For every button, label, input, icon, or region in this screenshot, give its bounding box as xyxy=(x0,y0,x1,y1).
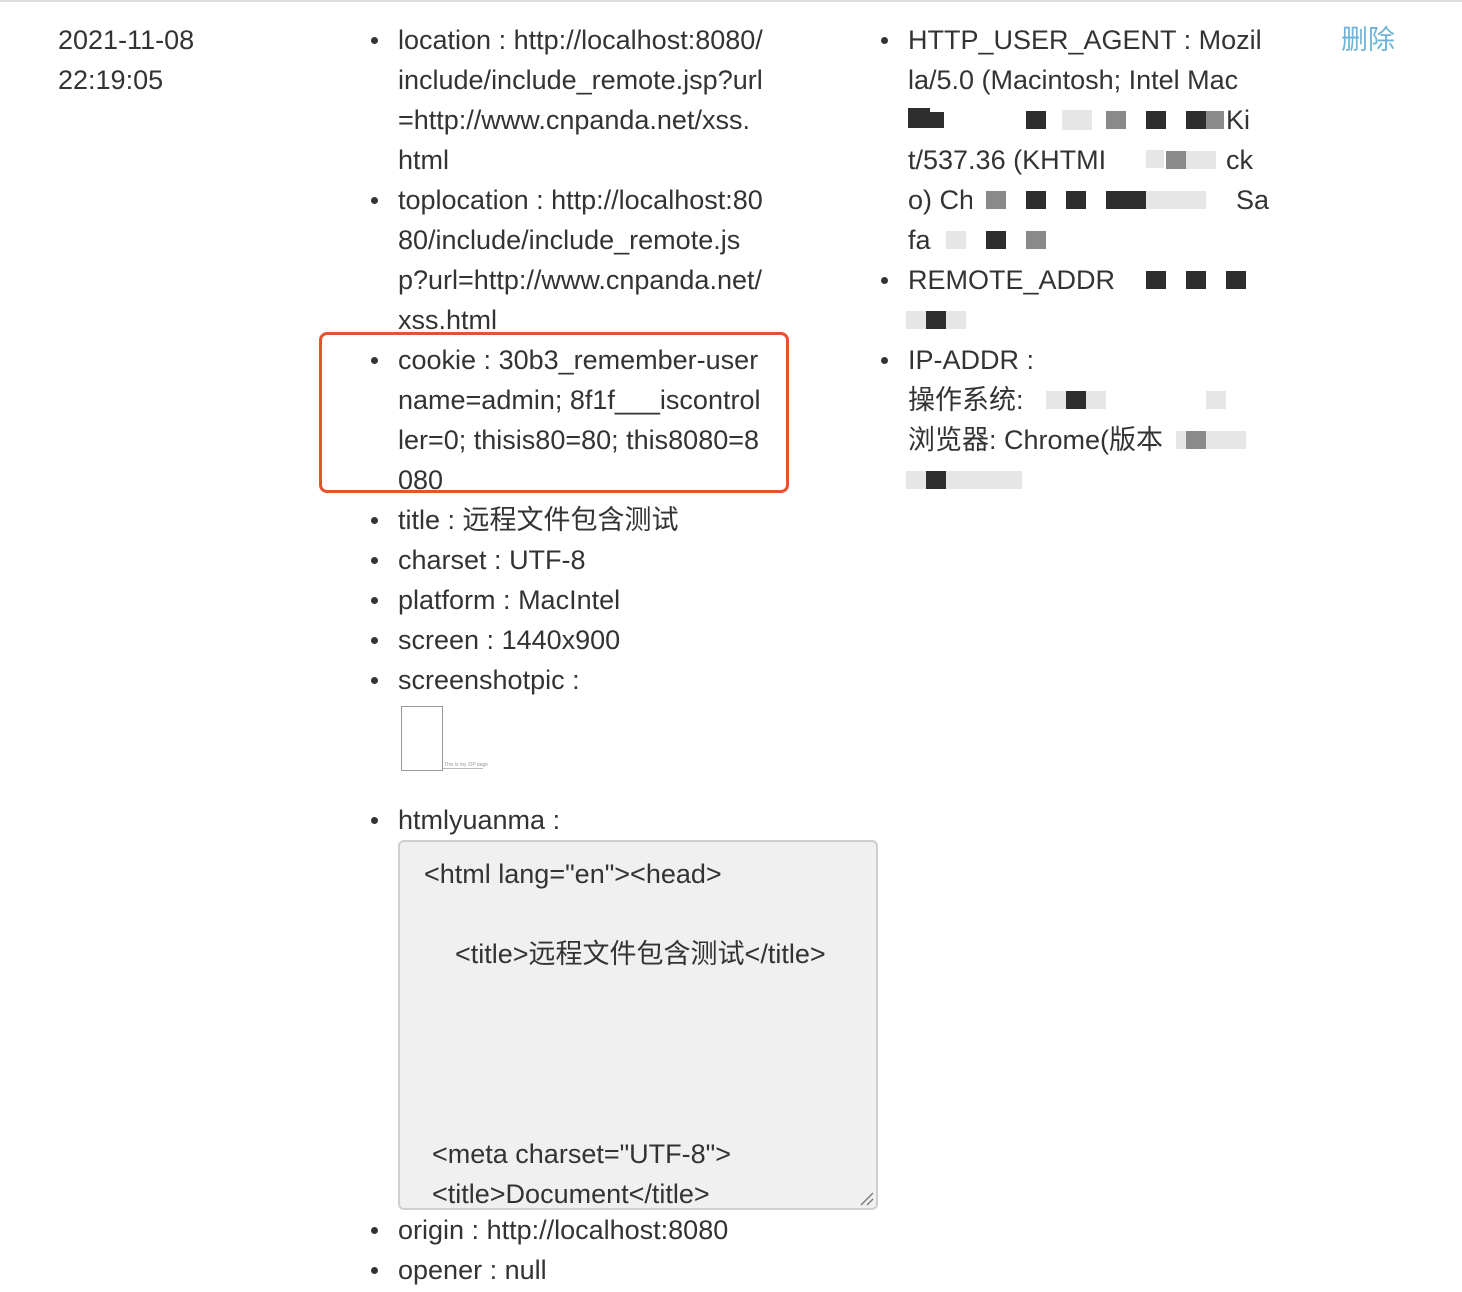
field-cookie: cookie : 30b3_remember-username=admin; 8… xyxy=(371,340,764,500)
html-source-line: <html lang="en"><head> xyxy=(424,859,722,889)
field-toplocation: toplocation : http://localhost:8080/incl… xyxy=(371,180,764,340)
field-label: REMOTE_ADDR xyxy=(908,265,1116,295)
field-label: cookie xyxy=(398,345,477,375)
screenshot-thumbnail[interactable]: This is my ZIP page xyxy=(398,704,488,772)
browser-value: Chrome(版本 xyxy=(1004,425,1164,455)
field-label: screenshotpic xyxy=(398,665,565,695)
field-http-user-agent: HTTP_USER_AGENT : Mozil la/5.0 (Macintos… xyxy=(881,20,1270,260)
field-value: 远程文件包含测试 xyxy=(462,505,679,535)
field-htmlyuanma: htmlyuanma : <html lang="en"><head> <tit… xyxy=(371,800,878,1210)
user-agent-fragment: t/537.36 (KHTMI xyxy=(908,145,1107,175)
field-charset: charset : UTF-8 xyxy=(371,540,764,580)
field-location: location : http://localhost:8080/include… xyxy=(371,20,764,180)
field-label: location xyxy=(398,25,492,55)
field-value: http://localhost:8080 xyxy=(486,1215,729,1245)
field-value: Mozil xyxy=(1198,25,1262,55)
user-agent-fragment: ck xyxy=(1226,145,1253,175)
captured-fields-list: location : http://localhost:8080/include… xyxy=(371,20,878,1290)
html-source-textarea[interactable]: <html lang="en"><head> <title>远程文件包含测试</… xyxy=(398,840,878,1210)
user-agent-line: la/5.0 (Macintosh; Intel Mac xyxy=(908,65,1239,95)
delete-record-link[interactable]: 删除 xyxy=(1341,20,1395,60)
screenshot-page-image xyxy=(401,706,443,771)
field-platform: platform : MacIntel xyxy=(371,580,764,620)
field-label: opener xyxy=(398,1255,483,1285)
browser-label: 浏览器: xyxy=(908,425,997,455)
user-agent-fragment: Sa xyxy=(1236,185,1270,215)
field-label: charset xyxy=(398,545,487,575)
field-label: origin xyxy=(398,1215,465,1245)
field-label: HTTP_USER_AGENT xyxy=(908,25,1177,55)
field-label: title xyxy=(398,505,441,535)
field-label: IP-ADDR xyxy=(908,345,1020,375)
html-source-line: <meta charset="UTF-8"> xyxy=(432,1139,732,1169)
record-timestamp: 2021-11-08 22:19:05 xyxy=(58,20,258,100)
user-agent-fragment: Ki xyxy=(1226,105,1251,135)
record-date: 2021-11-08 xyxy=(58,25,195,55)
html-source-line: <title>Document</title> xyxy=(432,1179,710,1209)
field-label: screen xyxy=(398,625,480,655)
field-label: toplocation xyxy=(398,185,529,215)
field-value: MacIntel xyxy=(518,585,621,615)
record-time: 22:19:05 xyxy=(58,65,164,95)
field-value: null xyxy=(504,1255,547,1285)
row-top-border xyxy=(0,0,1462,2)
field-value: 1440x900 xyxy=(501,625,621,655)
field-title: title : 远程文件包含测试 xyxy=(371,500,764,540)
html-source-line: <title>远程文件包含测试</title> xyxy=(455,939,826,969)
field-label: htmlyuanma xyxy=(398,805,546,835)
screenshot-caption-rule xyxy=(443,768,483,769)
field-opener: opener : null xyxy=(371,1250,764,1290)
field-screen: screen : 1440x900 xyxy=(371,620,764,660)
field-origin: origin : http://localhost:8080 xyxy=(371,1210,764,1250)
field-screenshotpic: screenshotpic : This is my ZIP page xyxy=(371,660,764,800)
field-value: UTF-8 xyxy=(509,545,586,575)
field-label: platform xyxy=(398,585,496,615)
resize-grip-icon[interactable] xyxy=(858,1190,874,1206)
